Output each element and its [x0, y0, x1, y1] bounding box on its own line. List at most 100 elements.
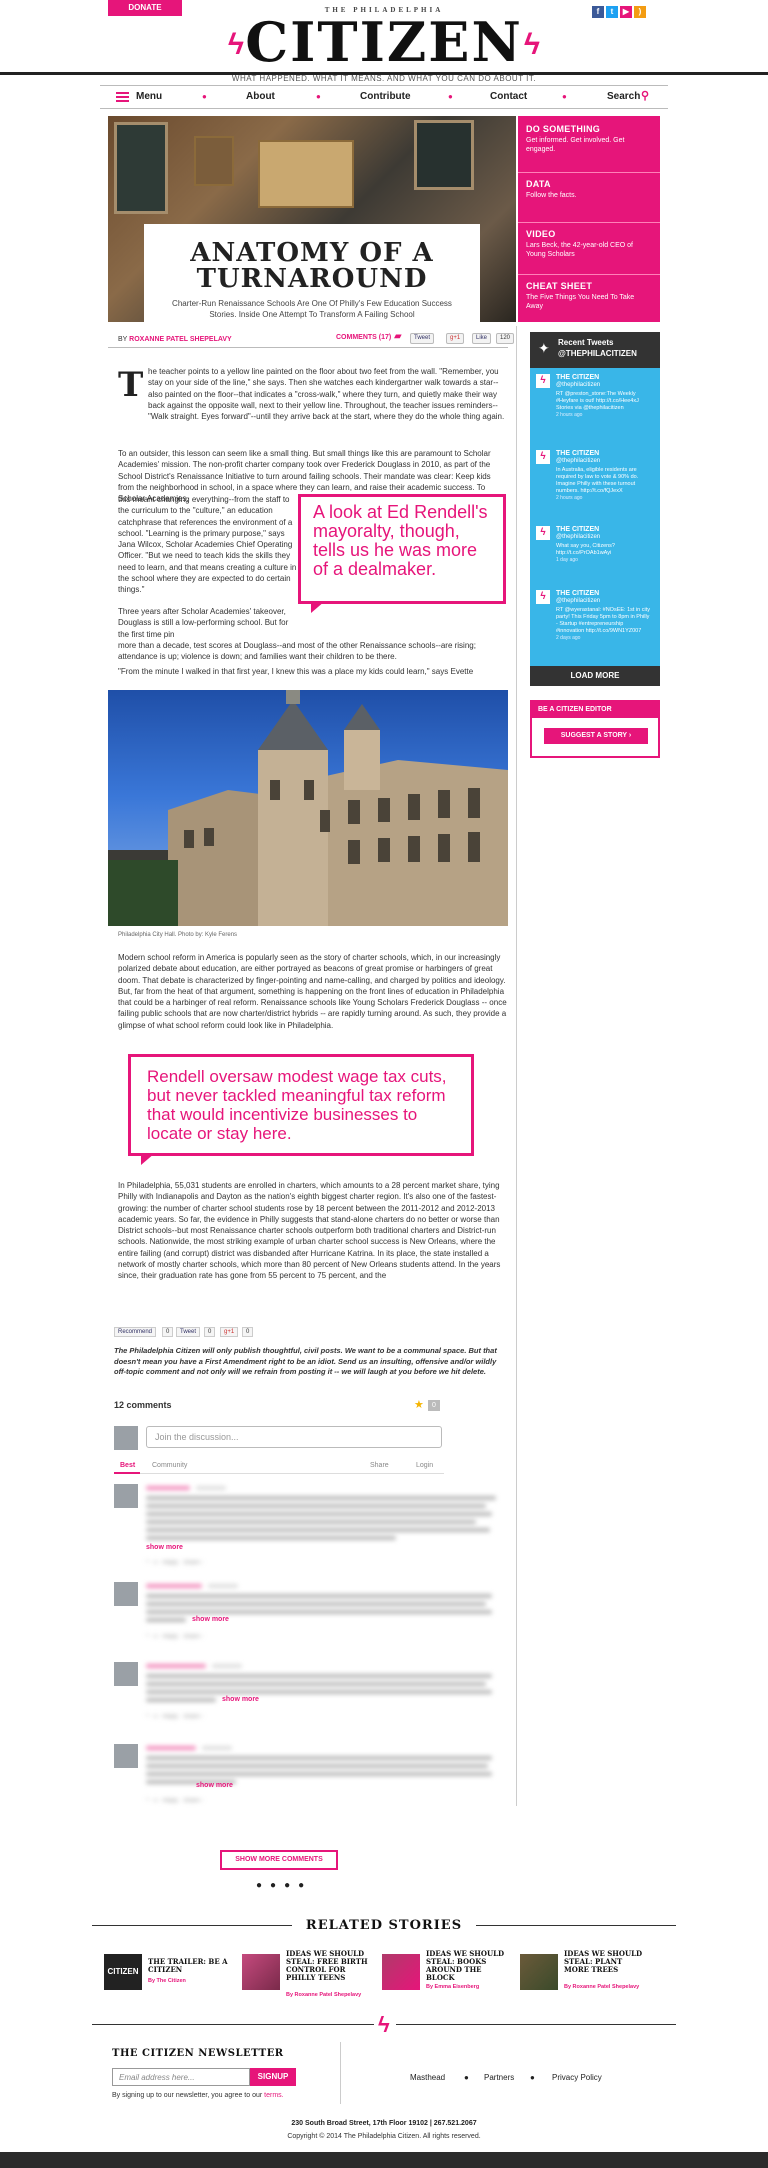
like-count: 120	[496, 333, 515, 344]
tab-best-underline	[114, 1472, 140, 1474]
pull-quote-2: Rendell oversaw modest wage tax cuts, bu…	[128, 1054, 474, 1165]
footer-separator: ●	[464, 2073, 469, 2082]
twitter-feed: ϟ THE CITIZEN @thephilacitizen RT @prest…	[530, 368, 660, 666]
paragraph-3b: more than a decade, test scores at Dougl…	[118, 641, 476, 662]
nav-contribute[interactable]: Contribute	[360, 91, 411, 102]
nav-contact[interactable]: Contact	[490, 91, 527, 102]
nav-separator: ●	[316, 92, 321, 101]
comment-actions[interactable]: ^ · v · Reply · Share ›	[146, 1560, 203, 1566]
related-stories-heading: RELATED STORIES	[305, 1918, 463, 1933]
hero-chalkboard	[414, 120, 474, 190]
hero-painting	[258, 140, 354, 208]
paragraph-5: Modern school reform in America is popul…	[118, 953, 507, 1030]
footer-rule-left	[92, 2024, 374, 2025]
related-story[interactable]: IDEAS WE SHOULD STEAL: PLANT MORE TREES …	[520, 1950, 650, 1998]
gplus-share-button[interactable]: g+1	[220, 1327, 239, 1337]
related-thumbnail	[242, 1954, 280, 1990]
side-item-cheat-sheet[interactable]: CHEAT SHEET The Five Things You Need To …	[518, 274, 660, 322]
gplus-share-count: 0	[242, 1327, 254, 1337]
show-more-link[interactable]: show more	[196, 1782, 233, 1789]
avatar	[114, 1662, 138, 1686]
comment-actions[interactable]: ^ · v · Reply · Share ›	[146, 1634, 203, 1640]
comments-link[interactable]: COMMENTS (17)	[336, 334, 391, 344]
footer-rule-right	[396, 2024, 676, 2025]
login-menu[interactable]: Login	[416, 1462, 433, 1469]
email-field[interactable]: Email address here...	[112, 2068, 250, 2086]
city-hall-photo	[108, 690, 508, 926]
footer-divider	[340, 2042, 341, 2104]
newsletter-terms: By signing up to our newsletter, you agr…	[112, 2092, 284, 2099]
citizen-avatar-icon: ϟ	[536, 450, 550, 464]
related-story[interactable]: IDEAS WE SHOULD STEAL: BOOKS AROUND THE …	[382, 1950, 512, 1998]
tweet-item[interactable]: ϟ THE CITIZEN @thephilacitizen RT @prest…	[536, 374, 654, 440]
star-count: 0	[428, 1400, 440, 1411]
side-item-do-something[interactable]: DO SOMETHING Get informed. Get involved.…	[518, 124, 660, 168]
star-icon[interactable]: ★	[414, 1398, 424, 1411]
comment-input[interactable]: Join the discussion...	[146, 1426, 442, 1448]
nav-separator: ●	[448, 92, 453, 101]
main-nav: Menu ● About ● Contribute ● Contact ● Se…	[100, 86, 668, 108]
twitter-widget-handle[interactable]: @THEPHILACITIZEN	[558, 349, 637, 358]
avatar	[114, 1744, 138, 1768]
comment-count: 12 comments	[114, 1400, 172, 1410]
tab-community[interactable]: Community	[152, 1462, 187, 1469]
comment-actions[interactable]: ^ · v · Reply · Share ›	[146, 1798, 203, 1804]
tweet-share-button[interactable]: Tweet	[176, 1327, 201, 1337]
footer-link-masthead[interactable]: Masthead	[410, 2073, 445, 2082]
comment-bubble-icon[interactable]: ▰	[394, 331, 402, 342]
show-more-link[interactable]: show more	[146, 1544, 183, 1551]
site-logo[interactable]: CITIZEN	[0, 14, 768, 70]
article-title-card: ANATOMY OF A TURNAROUND Charter-Run Renai…	[144, 224, 480, 326]
twitter-bird-icon: ✦	[538, 340, 550, 356]
nav-about[interactable]: About	[246, 91, 275, 102]
side-item-video[interactable]: VIDEO Lars Beck, the 42-year-old CEO of …	[518, 222, 660, 272]
nav-menu[interactable]: Menu	[136, 91, 162, 102]
search-icon[interactable]: ⚲	[641, 89, 649, 102]
show-more-link[interactable]: show more	[192, 1616, 229, 1623]
footer-link-privacy[interactable]: Privacy Policy	[552, 2073, 602, 2082]
tweet-item[interactable]: ϟ THE CITIZEN @thephilacitizen RT @wyera…	[536, 590, 654, 660]
pagination-dots: ●●●●	[256, 1880, 313, 1891]
signup-button[interactable]: SIGNUP	[250, 2068, 296, 2086]
tab-best[interactable]: Best	[120, 1462, 135, 1469]
paragraph-6: In Philadelphia, 55,031 students are enr…	[118, 1181, 501, 1281]
citizen-avatar-icon: ϟ	[536, 590, 550, 604]
like-button[interactable]: Like	[472, 333, 492, 344]
pull-quote-tail	[311, 601, 325, 613]
nav-rule-bottom	[100, 108, 668, 109]
show-more-link[interactable]: show more	[222, 1696, 259, 1703]
author-link[interactable]: ROXANNE PATEL SHEPELAVY	[129, 336, 232, 343]
load-more-tweets-button[interactable]: LOAD MORE	[530, 666, 660, 686]
related-story[interactable]: CITIZEN THE TRAILER: BE A CITIZEN By The…	[104, 1950, 234, 1998]
terms-link[interactable]: terms.	[264, 2092, 283, 2099]
recommend-button[interactable]: Recommend	[114, 1327, 157, 1337]
avatar	[114, 1484, 138, 1508]
side-item-data[interactable]: DATA Follow the facts.	[518, 172, 660, 220]
comment-tabs: Best Community Share Login	[114, 1460, 444, 1474]
tweet-button[interactable]: Tweet	[410, 333, 435, 344]
related-story[interactable]: IDEAS WE SHOULD STEAL: FREE BIRTH CONTRO…	[242, 1950, 372, 2010]
tweet-item[interactable]: ϟ THE CITIZEN @thephilacitizen In Austra…	[536, 450, 654, 516]
paragraph-2b: this meant changing everything--from the…	[118, 495, 297, 595]
gplus-button[interactable]: g+1	[446, 333, 465, 344]
show-more-comments-button[interactable]: SHOW MORE COMMENTS	[220, 1850, 338, 1870]
footer-link-partners[interactable]: Partners	[484, 2073, 514, 2082]
pull-quote-1: A look at Ed Rendell's mayoralty, though…	[298, 494, 506, 613]
sidebar-divider	[516, 326, 517, 1806]
comment-policy: The Philadelphia Citizen will only publi…	[114, 1346, 497, 1376]
comment-actions[interactable]: ^ · v · Reply · Share ›	[146, 1714, 203, 1720]
lightning-bolt-icon: ϟ	[524, 28, 540, 61]
footer-bottom-bar	[0, 2152, 768, 2168]
lightning-bolt-icon: ϟ	[228, 28, 244, 61]
footer-address: 230 South Broad Street, 17th Floor 19102…	[291, 2120, 477, 2127]
site-tagline: WHAT HAPPENED. WHAT IT MEANS. AND WHAT Y…	[231, 74, 537, 83]
citizen-editor-heading: BE A CITIZEN EDITOR	[532, 702, 658, 718]
pull-quote-tail	[141, 1153, 155, 1165]
nav-search[interactable]: Search	[607, 91, 640, 102]
footer-separator: ●	[530, 2073, 535, 2082]
suggest-story-button[interactable]: SUGGEST A STORY ›	[544, 728, 648, 744]
hero-frame	[194, 136, 234, 186]
share-menu[interactable]: Share	[370, 1462, 389, 1469]
tweet-item[interactable]: ϟ THE CITIZEN @thephilacitizen What say …	[536, 526, 654, 582]
hamburger-icon[interactable]	[116, 92, 129, 102]
